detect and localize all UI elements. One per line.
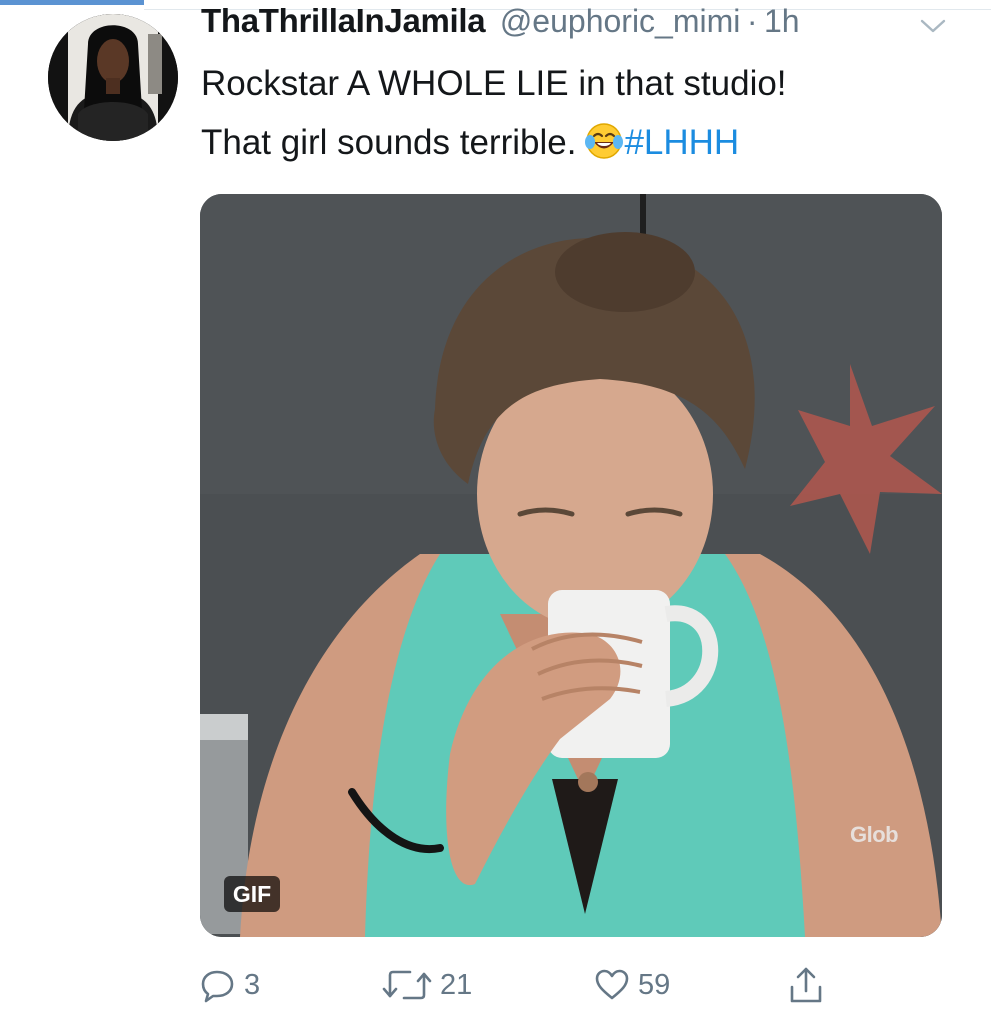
- heart-icon: [595, 969, 629, 1000]
- tweet-text-line: Rockstar A WHOLE LIE in that studio!: [201, 64, 787, 103]
- tweet-actions: 3 21 59: [200, 960, 920, 1010]
- top-accent-bar: [0, 0, 144, 5]
- hashtag-link[interactable]: #LHHH: [624, 123, 739, 162]
- avatar-image: [48, 14, 178, 141]
- retweet-icon: [382, 970, 432, 1000]
- share-button[interactable]: [788, 960, 824, 1010]
- gif-badge: GIF: [224, 876, 280, 912]
- timestamp[interactable]: 1h: [764, 3, 800, 39]
- tweet-text-line-2: That girl sounds terrible.: [201, 123, 577, 162]
- avatar[interactable]: [48, 14, 178, 141]
- watermark: Glob: [850, 822, 899, 847]
- like-button[interactable]: 59: [594, 960, 670, 1010]
- author-name[interactable]: ThaThrillaInJamila: [201, 2, 486, 39]
- tweet-text: Rockstar A WHOLE LIE in that studio! Tha…: [201, 54, 961, 172]
- separator: ·: [746, 3, 758, 39]
- like-count: 59: [638, 968, 671, 1001]
- gif-media[interactable]: GIF Glob: [200, 194, 942, 937]
- tweet-text-line: That girl sounds terrible. #LHHH: [201, 113, 961, 172]
- reply-count: 3: [244, 968, 261, 1001]
- reply-button[interactable]: 3: [200, 960, 260, 1010]
- reply-icon: [201, 970, 234, 1003]
- author-handle[interactable]: @euphoric_mimi: [500, 3, 741, 39]
- face-with-tears-of-joy-icon: [585, 123, 624, 159]
- retweet-count: 21: [440, 968, 473, 1001]
- tweet-header: ThaThrillaInJamila @euphoric_mimi · 1h: [201, 2, 951, 48]
- share-icon: [790, 967, 822, 1003]
- retweet-button[interactable]: 21: [382, 960, 472, 1010]
- chevron-down-icon[interactable]: [918, 16, 948, 36]
- gif-image: [200, 194, 942, 937]
